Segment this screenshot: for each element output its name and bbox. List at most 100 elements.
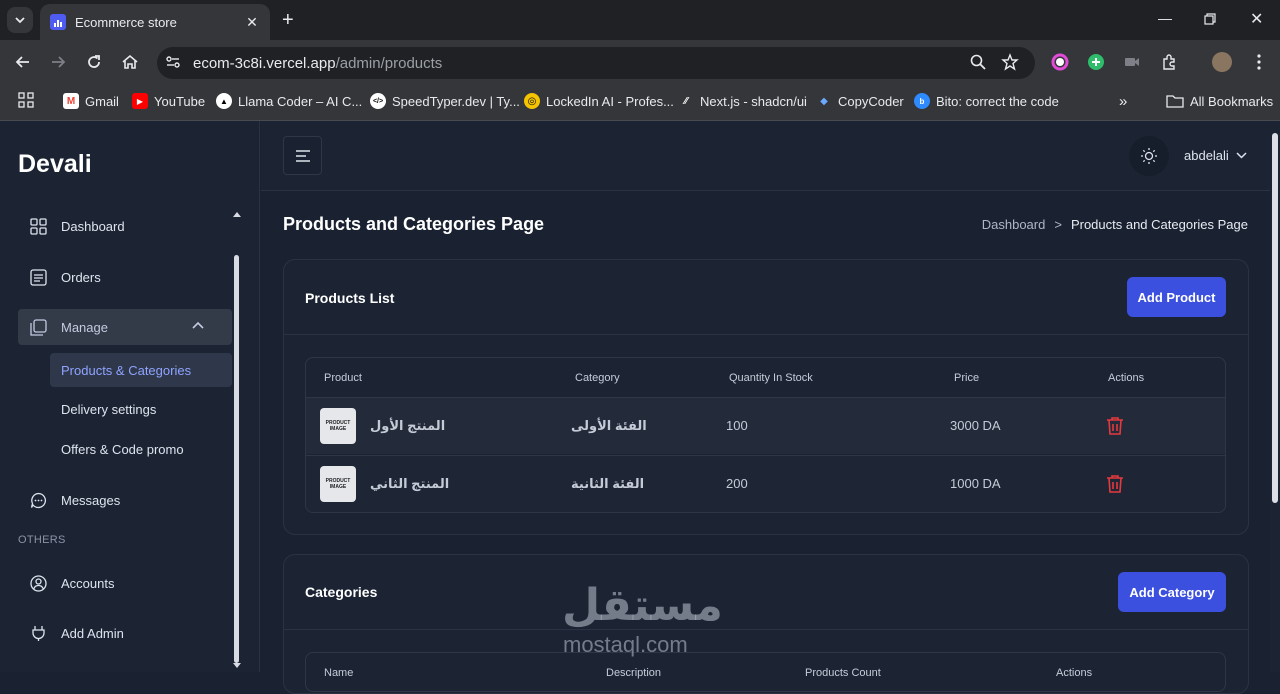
delete-trash-icon[interactable] <box>1106 416 1124 436</box>
minimize-icon[interactable]: — <box>1158 10 1172 26</box>
new-tab-icon[interactable]: + <box>282 9 294 32</box>
product-name: المنتج الثاني <box>370 476 450 491</box>
placeholder-text: IMAGE <box>329 484 347 490</box>
close-window-icon[interactable]: ✕ <box>1250 9 1263 29</box>
sun-icon <box>1141 148 1157 164</box>
column-header-actions: Actions <box>1056 667 1093 679</box>
bookmark-label: Bito: correct the code <box>936 93 1059 109</box>
table-row[interactable]: PRODUCT IMAGE المنتج الثاني الفئة الثانية… <box>306 455 1225 512</box>
product-name: المنتج الأول <box>370 418 446 433</box>
tab-search-button[interactable] <box>7 7 33 33</box>
bookmark-label: SpeedTyper.dev | Ty... <box>392 93 520 109</box>
main-scrollbar[interactable] <box>1270 121 1280 672</box>
sidebar-item-dashboard[interactable]: Dashboard <box>18 208 232 244</box>
sidebar-subitem-delivery-settings[interactable]: Delivery settings <box>50 392 232 426</box>
bookmark-youtube[interactable]: ▶ YouTube <box>132 92 205 110</box>
breadcrumb-separator: > <box>1054 217 1062 232</box>
folder-icon <box>1166 95 1184 108</box>
bookmark-shadcn[interactable]: ⁄⁄ Next.js - shadcn/ui <box>678 92 807 110</box>
sidebar-subitem-label: Delivery settings <box>61 401 157 417</box>
color-picker-extension-icon[interactable] <box>1051 53 1069 71</box>
diamond-icon: ◆ <box>820 95 828 107</box>
products-list-title: Products List <box>305 290 395 306</box>
column-header-actions: Actions <box>1108 372 1145 384</box>
bookmark-llama-coder[interactable]: ▲ Llama Coder – AI C... <box>216 92 362 110</box>
table-row[interactable]: PRODUCT IMAGE المنتج الأول الفئة الأولى 1… <box>306 397 1225 454</box>
apps-grid-icon[interactable] <box>18 92 34 108</box>
browser-tab-active[interactable]: Ecommerce store ✕ <box>40 4 270 40</box>
delete-trash-icon[interactable] <box>1106 474 1124 494</box>
column-header-price: Price <box>954 372 980 384</box>
chevron-up-icon <box>192 321 204 329</box>
menu-toggle-button[interactable] <box>283 136 322 175</box>
store-favicon-icon <box>50 14 66 30</box>
chevron-down-icon <box>1236 152 1247 159</box>
tab-close-icon[interactable]: ✕ <box>244 14 260 31</box>
breadcrumb: Dashboard > Products and Categories Page <box>982 217 1248 232</box>
products-table: Product Category Quantity In Stock Price… <box>305 357 1226 513</box>
sidebar-subitem-label: Products & Categories <box>61 362 192 378</box>
manage-stack-icon <box>30 318 47 336</box>
bookmark-speedtyper[interactable]: </> SpeedTyper.dev | Ty... <box>370 92 520 110</box>
sidebar-item-label: Accounts <box>61 575 115 591</box>
bookmark-lockedin[interactable]: ◎ LockedIn AI - Profes... <box>524 92 674 110</box>
sidebar-item-label: Orders <box>61 269 101 285</box>
all-bookmarks-label: All Bookmarks <box>1190 93 1274 109</box>
browser-menu-icon[interactable] <box>1250 53 1268 71</box>
sidebar-item-label: Manage <box>61 319 108 335</box>
product-quantity: 200 <box>726 476 748 491</box>
sidebar-item-orders[interactable]: Orders <box>18 259 232 295</box>
sidebar-item-add-admin[interactable]: Add Admin <box>18 615 232 651</box>
add-category-button[interactable]: Add Category <box>1118 572 1226 612</box>
sidebar-subitem-products-categories[interactable]: Products & Categories <box>50 353 232 387</box>
slash-icon: ⁄⁄ <box>684 95 688 107</box>
user-circle-icon <box>30 574 47 592</box>
gmail-icon: M <box>63 93 79 109</box>
product-category: الفئة الثانية <box>571 476 645 491</box>
sidebar-scroll-up-icon[interactable] <box>233 212 241 217</box>
add-extension-icon[interactable] <box>1087 53 1105 71</box>
watermark-arabic: مستقل <box>562 581 723 630</box>
add-product-button[interactable]: Add Product <box>1127 277 1226 317</box>
profile-avatar[interactable] <box>1212 52 1232 72</box>
bookmark-star-icon[interactable] <box>1001 53 1019 71</box>
back-arrow-icon[interactable] <box>13 52 33 72</box>
triangle-icon: ▲ <box>216 93 232 109</box>
orders-list-icon <box>30 268 47 286</box>
sidebar-scroll-down-icon[interactable] <box>233 663 241 668</box>
bookmark-label: Gmail <box>85 93 119 109</box>
user-menu[interactable]: abdelali <box>1184 148 1247 163</box>
sidebar-subitem-offers-promo[interactable]: Offers & Code promo <box>50 432 232 466</box>
categories-table: Name Description Products Count Actions <box>305 652 1226 692</box>
all-bookmarks[interactable]: All Bookmarks <box>1166 92 1273 110</box>
forward-arrow-icon[interactable] <box>48 52 68 72</box>
home-icon[interactable] <box>120 52 140 72</box>
bookmark-bito[interactable]: b Bito: correct the code <box>914 92 1059 110</box>
extensions-puzzle-icon[interactable] <box>1160 53 1178 71</box>
bookmark-gmail[interactable]: M Gmail <box>63 92 119 110</box>
sidebar-item-manage[interactable]: Manage <box>18 309 232 345</box>
column-header-quantity: Quantity In Stock <box>729 372 813 384</box>
site-info-icon[interactable] <box>165 54 181 70</box>
bookmark-copycoder[interactable]: ◆ CopyCoder <box>816 92 904 110</box>
video-extension-icon[interactable] <box>1123 53 1141 71</box>
sidebar-item-accounts[interactable]: Accounts <box>18 565 232 601</box>
theme-toggle-button[interactable] <box>1129 136 1169 176</box>
more-bookmarks-icon[interactable]: » <box>1119 92 1127 110</box>
restore-icon[interactable] <box>1204 12 1216 28</box>
target-icon: ◎ <box>524 93 540 109</box>
brand-logo: Devali <box>18 150 92 178</box>
placeholder-text: IMAGE <box>329 426 347 432</box>
breadcrumb-current: Products and Categories Page <box>1070 217 1248 232</box>
sidebar-scrollbar[interactable] <box>234 255 239 663</box>
main-scroll-thumb[interactable] <box>1272 133 1278 503</box>
sidebar-subitem-label: Offers & Code promo <box>61 441 184 457</box>
zoom-search-icon[interactable] <box>969 53 987 71</box>
product-image-placeholder: PRODUCT IMAGE <box>320 466 356 502</box>
bookmark-label: YouTube <box>154 93 206 109</box>
page-title: Products and Categories Page <box>283 214 545 234</box>
column-header-name: Name <box>324 667 354 679</box>
sidebar-item-messages[interactable]: Messages <box>18 482 232 518</box>
breadcrumb-dashboard[interactable]: Dashboard <box>982 217 1046 232</box>
reload-icon[interactable] <box>84 52 104 72</box>
